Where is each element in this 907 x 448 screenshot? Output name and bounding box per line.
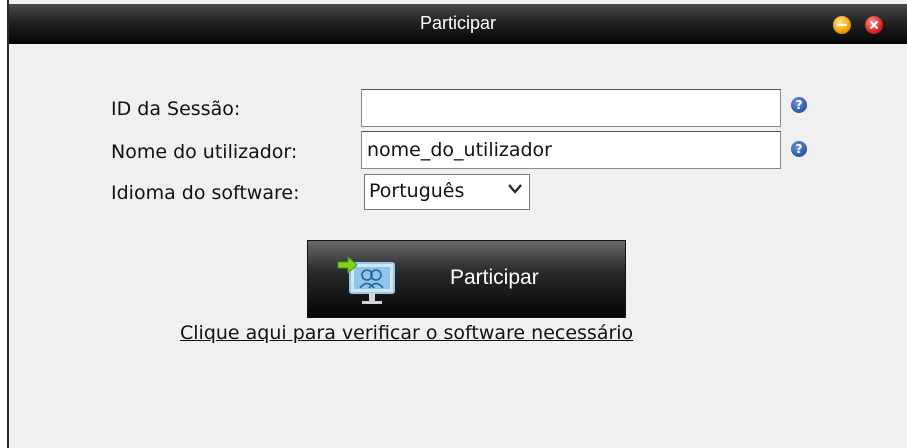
join-dialog: Participar ID da Sessão: ? Nome do utili… — [7, 0, 907, 448]
username-input[interactable] — [361, 131, 781, 169]
join-meeting-icon — [337, 255, 395, 304]
session-id-input[interactable] — [361, 89, 781, 127]
join-button-label: Participar — [450, 266, 539, 289]
minimize-icon[interactable] — [833, 16, 851, 34]
chevron-down-icon — [508, 184, 522, 194]
session-id-label: ID da Sessão: — [111, 98, 241, 120]
join-button[interactable]: Participar — [307, 240, 626, 318]
language-selected-value: Português — [369, 180, 465, 202]
help-icon[interactable]: ? — [791, 97, 807, 113]
window-title: Participar — [419, 13, 497, 33]
check-software-link[interactable]: Clique aqui para verificar o software ne… — [180, 322, 633, 344]
close-icon[interactable] — [865, 16, 883, 34]
help-icon[interactable]: ? — [791, 141, 807, 157]
language-label: Idioma do software: — [111, 182, 300, 204]
title-bar: Participar — [9, 4, 907, 44]
username-label: Nome do utilizador: — [111, 141, 298, 163]
language-select[interactable]: Português — [364, 174, 530, 210]
